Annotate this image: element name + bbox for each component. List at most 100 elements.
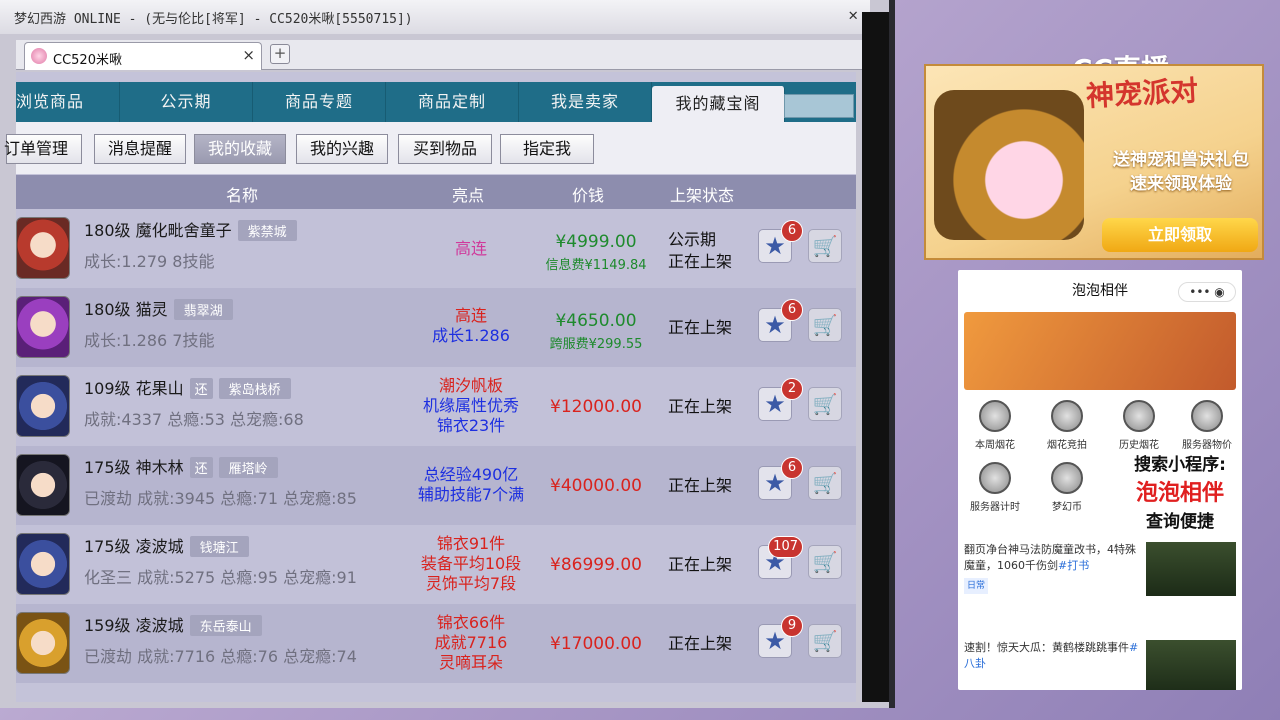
purchased-button[interactable]: 买到物品 (398, 134, 492, 164)
add-to-cart-button[interactable]: 🛒 (808, 387, 842, 421)
header-status: 上架状态 (670, 186, 735, 205)
news-item[interactable]: 翻页净台神马法防魔童改书，4特殊魔童，1060千伤剑#打书 日常 (964, 542, 1236, 606)
favorite-star-button[interactable]: ★ 6 (758, 299, 803, 342)
news-text: 速割！惊天大瓜：黄鹤楼跳跳事件#八卦 (964, 640, 1144, 672)
order-manage-label: 订单管理 (3, 139, 68, 158)
main-nav: 浏览商品 公示期 商品专题 商品定制 我是卖家 我的藏宝阁 (16, 82, 856, 122)
browser-tab-bar: CC520米啾 × + (16, 40, 862, 70)
tab-close-icon[interactable]: × (242, 46, 255, 64)
price: ¥4999.00 (555, 232, 637, 252)
table-row[interactable]: 109级 花果山还紫岛栈桥 成就:4337 总瘾:53 总宠瘾:68 潮汐帆板 … (16, 367, 856, 446)
claim-button[interactable]: 立即领取 (1102, 218, 1258, 252)
mini-program-menu[interactable]: ••• ◉ (1178, 282, 1236, 302)
grid-item[interactable]: 历史烟花 (1104, 400, 1174, 451)
fav-count-badge: 6 (781, 220, 803, 242)
item-detail: 已渡劫 成就:7716 总瘾:76 总宠瘾:74 (84, 647, 357, 666)
favorite-star-button[interactable]: ★ 9 (758, 615, 803, 658)
grid-label: 本周烟花 (975, 440, 1015, 451)
status: 正在上架 (668, 476, 733, 495)
cart-icon: 🛒 (812, 471, 838, 495)
tab-seller[interactable]: 我是卖家 (519, 82, 652, 122)
favorite-star-button[interactable]: ★ 6 (758, 220, 803, 263)
new-tab-button[interactable]: + (270, 44, 290, 64)
add-to-cart-button[interactable]: 🛒 (808, 229, 842, 263)
grid-item[interactable]: 服务器计时 (960, 462, 1030, 513)
grid-item[interactable]: 本周烟花 (960, 400, 1030, 451)
status: 正在上架 (668, 555, 733, 574)
avatar (16, 533, 70, 595)
favorite-star-button[interactable]: ★ 107 (758, 536, 803, 579)
promo-line: 速来领取体验 (1130, 174, 1232, 194)
mini-program-banner[interactable] (964, 312, 1236, 390)
callout-line: 查询便捷 (1146, 512, 1214, 532)
server-badge: 紫禁城 (237, 220, 297, 241)
tab-topics[interactable]: 商品专题 (253, 82, 386, 122)
order-manage-button[interactable]: 订单管理 (3, 134, 82, 164)
fav-count-badge: 9 (781, 615, 803, 637)
add-to-cart-button[interactable]: 🛒 (808, 624, 842, 658)
my-interests-button[interactable]: 我的兴趣 (296, 134, 388, 164)
server-badge: 钱塘江 (189, 536, 249, 557)
nav-search-box[interactable] (784, 94, 854, 118)
callout-highlight: 泡泡相伴 (1135, 481, 1224, 506)
price: ¥40000.00 (550, 476, 642, 496)
server-badge: 雁塔岭 (218, 457, 278, 478)
table-row[interactable]: 175级 神木林还雁塔岭 已渡劫 成就:3945 总瘾:71 总宠瘾:85 总经… (16, 446, 856, 525)
news-item[interactable]: 速割！惊天大瓜：黄鹤楼跳跳事件#八卦 (964, 640, 1236, 690)
table-row[interactable]: 175级 凌波城 钱塘江 化圣三 成就:5275 总瘾:95 总宠瘾:91 锦衣9… (16, 525, 856, 604)
item-name: 175级 神木林 (84, 458, 184, 477)
browser-tab[interactable]: CC520米啾 × (24, 42, 262, 70)
server-badge: 东岳泰山 (189, 615, 262, 636)
fav-count-badge: 6 (781, 457, 803, 479)
tab-custom[interactable]: 商品定制 (386, 82, 519, 122)
game-window: 梦幻西游 ONLINE - (无与伦比[将军] - CC520米啾[555071… (0, 0, 895, 708)
history-icon (1123, 400, 1155, 432)
feature-text: 潮汐帆板 (438, 376, 503, 395)
item-name-line: 175级 神木林还雁塔岭 (84, 454, 278, 478)
status-line: 正在上架 (668, 252, 733, 271)
add-to-cart-button[interactable]: 🛒 (808, 466, 842, 500)
news-title: 翻页净台神马法防魔童改书，4特殊魔童，1060千伤剑 (964, 543, 1136, 572)
feature-text: 高连 (454, 239, 487, 258)
avatar (16, 454, 70, 516)
grid-item[interactable]: 服务器物价 (1172, 400, 1242, 451)
tab-browse[interactable]: 浏览商品 (16, 82, 120, 122)
window-close-icon[interactable]: ✕ (848, 5, 858, 24)
price: ¥17000.00 (550, 634, 642, 654)
add-to-cart-button[interactable]: 🛒 (808, 545, 842, 579)
promo-line: 送神宠和兽诀礼包 (1113, 150, 1249, 170)
item-name: 175级 凌波城 (84, 537, 184, 556)
table-row[interactable]: 180级 猫灵 翡翠湖 成长:1.286 7技能 高连 成长1.286 ¥4650… (16, 288, 856, 367)
price: ¥4650.00 (555, 311, 637, 331)
add-to-cart-button[interactable]: 🛒 (808, 308, 842, 342)
feature-text: 锦衣23件 (436, 416, 506, 435)
favorite-star-button[interactable]: ★ 6 (758, 457, 803, 500)
feature-text: 高连 (454, 306, 487, 325)
designated-button[interactable]: 指定我 (500, 134, 594, 164)
cart-icon: 🛒 (812, 629, 838, 653)
my-favorites-button[interactable]: 我的收藏 (194, 134, 286, 164)
huan-badge: 还 (189, 378, 213, 399)
tab-announcement[interactable]: 公示期 (120, 82, 253, 122)
grid-item[interactable]: 梦幻币 (1032, 462, 1102, 513)
timer-icon (979, 462, 1011, 494)
grid-item[interactable]: 烟花竞拍 (1032, 400, 1102, 451)
message-button[interactable]: 消息提醒 (94, 134, 186, 164)
header-price: 价钱 (572, 186, 605, 205)
price: ¥86999.00 (550, 555, 642, 575)
browser-tab-label: CC520米啾 (53, 53, 122, 68)
grid-label: 烟花竞拍 (1047, 440, 1087, 451)
feature-text: 灵嘀耳朵 (438, 653, 503, 672)
tab-my-treasure[interactable]: 我的藏宝阁 (652, 86, 785, 122)
cart-icon: 🛒 (812, 234, 838, 258)
cart-icon: 🛒 (812, 550, 838, 574)
table-row[interactable]: 159级 凌波城 东岳泰山 已渡劫 成就:7716 总瘾:76 总宠瘾:74 锦衣… (16, 604, 856, 683)
table-row[interactable]: 180级 魔化毗舍童子 紫禁城 成长:1.279 8技能 高连 ¥4999.00 … (16, 209, 856, 288)
feature-text: 灵饰平均7段 (425, 574, 517, 593)
window-edge (862, 12, 889, 702)
item-detail: 已渡劫 成就:3945 总瘾:71 总宠瘾:85 (84, 489, 357, 508)
favorite-star-button[interactable]: ★ 2 (758, 378, 803, 421)
item-detail: 化圣三 成就:5275 总瘾:95 总宠瘾:91 (84, 568, 357, 587)
price-fee: 信息费¥1149.84 (526, 254, 666, 273)
promo-banner[interactable]: 神宠派对 送神宠和兽诀礼包 速来领取体验 立即领取 (924, 64, 1264, 260)
